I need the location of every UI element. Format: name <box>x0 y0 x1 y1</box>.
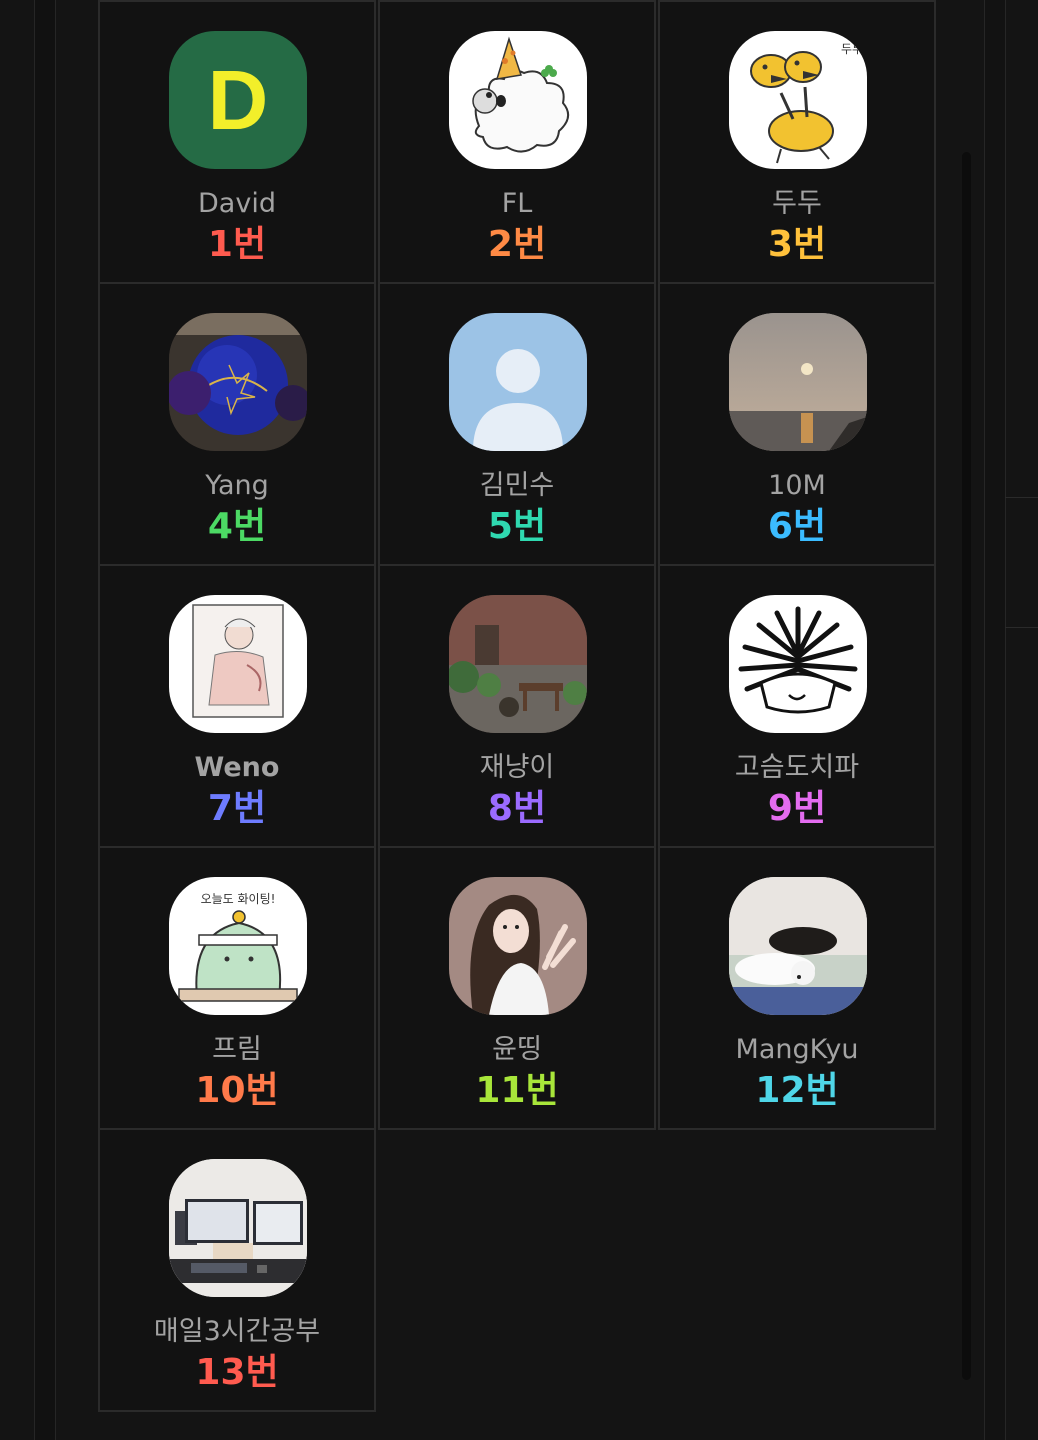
member-number: 9번 <box>767 788 827 829</box>
member-card[interactable]: Weno 7번 <box>98 564 376 848</box>
member-card[interactable]: Yang 4번 <box>98 282 376 566</box>
bowling-ball-avatar <box>169 313 307 451</box>
member-number: 3번 <box>767 224 827 265</box>
svg-text:오늘도 화이팅!: 오늘도 화이팅! <box>201 892 276 906</box>
member-card[interactable]: 재냥이 8번 <box>378 564 656 848</box>
member-card[interactable]: FL 2번 <box>378 0 656 284</box>
member-number: 13번 <box>195 1352 279 1393</box>
member-card[interactable]: 10M 6번 <box>658 282 936 566</box>
member-card[interactable]: 김민수 5번 <box>378 282 656 566</box>
right-frame-divider <box>1005 627 1038 628</box>
member-card[interactable]: D David 1번 <box>98 0 376 284</box>
member-name: 재냥이 <box>479 752 555 783</box>
waving-girl-avatar <box>449 877 587 1015</box>
member-name: 매일3시간공부 <box>153 1316 321 1347</box>
member-number: 8번 <box>487 788 547 829</box>
letter-d-avatar: D <box>169 31 307 169</box>
member-grid: D David 1번 FL 2번 두두 두두 3번 Yang 4번 김민수 5번… <box>98 0 941 1413</box>
member-name: David <box>198 188 276 219</box>
avatar-letter: D <box>208 53 269 147</box>
member-name: MangKyu <box>735 1034 859 1065</box>
right-frame-strip <box>984 0 1006 1440</box>
left-frame-strip <box>34 0 56 1440</box>
sleeping-dogs-avatar <box>729 877 867 1015</box>
member-name: 김민수 <box>479 470 555 501</box>
member-number: 6번 <box>767 506 827 547</box>
right-frame-divider <box>1005 497 1038 498</box>
member-card[interactable]: 두두 두두 3번 <box>658 0 936 284</box>
member-name: Yang <box>205 470 269 501</box>
member-number: 4번 <box>207 506 267 547</box>
member-card[interactable]: MangKyu 12번 <box>658 846 936 1130</box>
manga-character-avatar <box>169 595 307 733</box>
member-number: 12번 <box>755 1070 839 1111</box>
member-number: 10번 <box>195 1070 279 1111</box>
member-number: 2번 <box>487 224 547 265</box>
hedgehog-avatar <box>729 595 867 733</box>
member-name: 10M <box>768 470 826 501</box>
member-name: 두두 <box>772 188 822 219</box>
page: D David 1번 FL 2번 두두 두두 3번 Yang 4번 김민수 5번… <box>0 0 1038 1440</box>
member-number: 11번 <box>475 1070 559 1111</box>
member-name: 윤띵 <box>492 1034 542 1065</box>
member-name: FL <box>501 188 533 219</box>
member-name: Weno <box>194 752 280 783</box>
green-dino-avatar: 오늘도 화이팅! <box>169 877 307 1015</box>
member-number: 7번 <box>207 788 267 829</box>
doduo-avatar: 두두 <box>729 31 867 169</box>
desk-monitors-avatar <box>169 1159 307 1297</box>
member-card[interactable]: 고슴도치파 9번 <box>658 564 936 848</box>
default-person-avatar <box>449 313 587 451</box>
party-dog-avatar <box>449 31 587 169</box>
member-card[interactable]: 매일3시간공부 13번 <box>98 1128 376 1412</box>
scrollbar[interactable] <box>962 152 971 1380</box>
sunset-sea-avatar <box>729 313 867 451</box>
member-card[interactable]: 윤띵 11번 <box>378 846 656 1130</box>
member-name: 프림 <box>212 1034 262 1065</box>
member-number: 5번 <box>487 506 547 547</box>
svg-text:두두: 두두 <box>841 42 863 56</box>
member-number: 1번 <box>207 224 267 265</box>
member-card[interactable]: 오늘도 화이팅! 프림 10번 <box>98 846 376 1130</box>
garden-courtyard-avatar <box>449 595 587 733</box>
member-name: 고슴도치파 <box>734 752 860 783</box>
